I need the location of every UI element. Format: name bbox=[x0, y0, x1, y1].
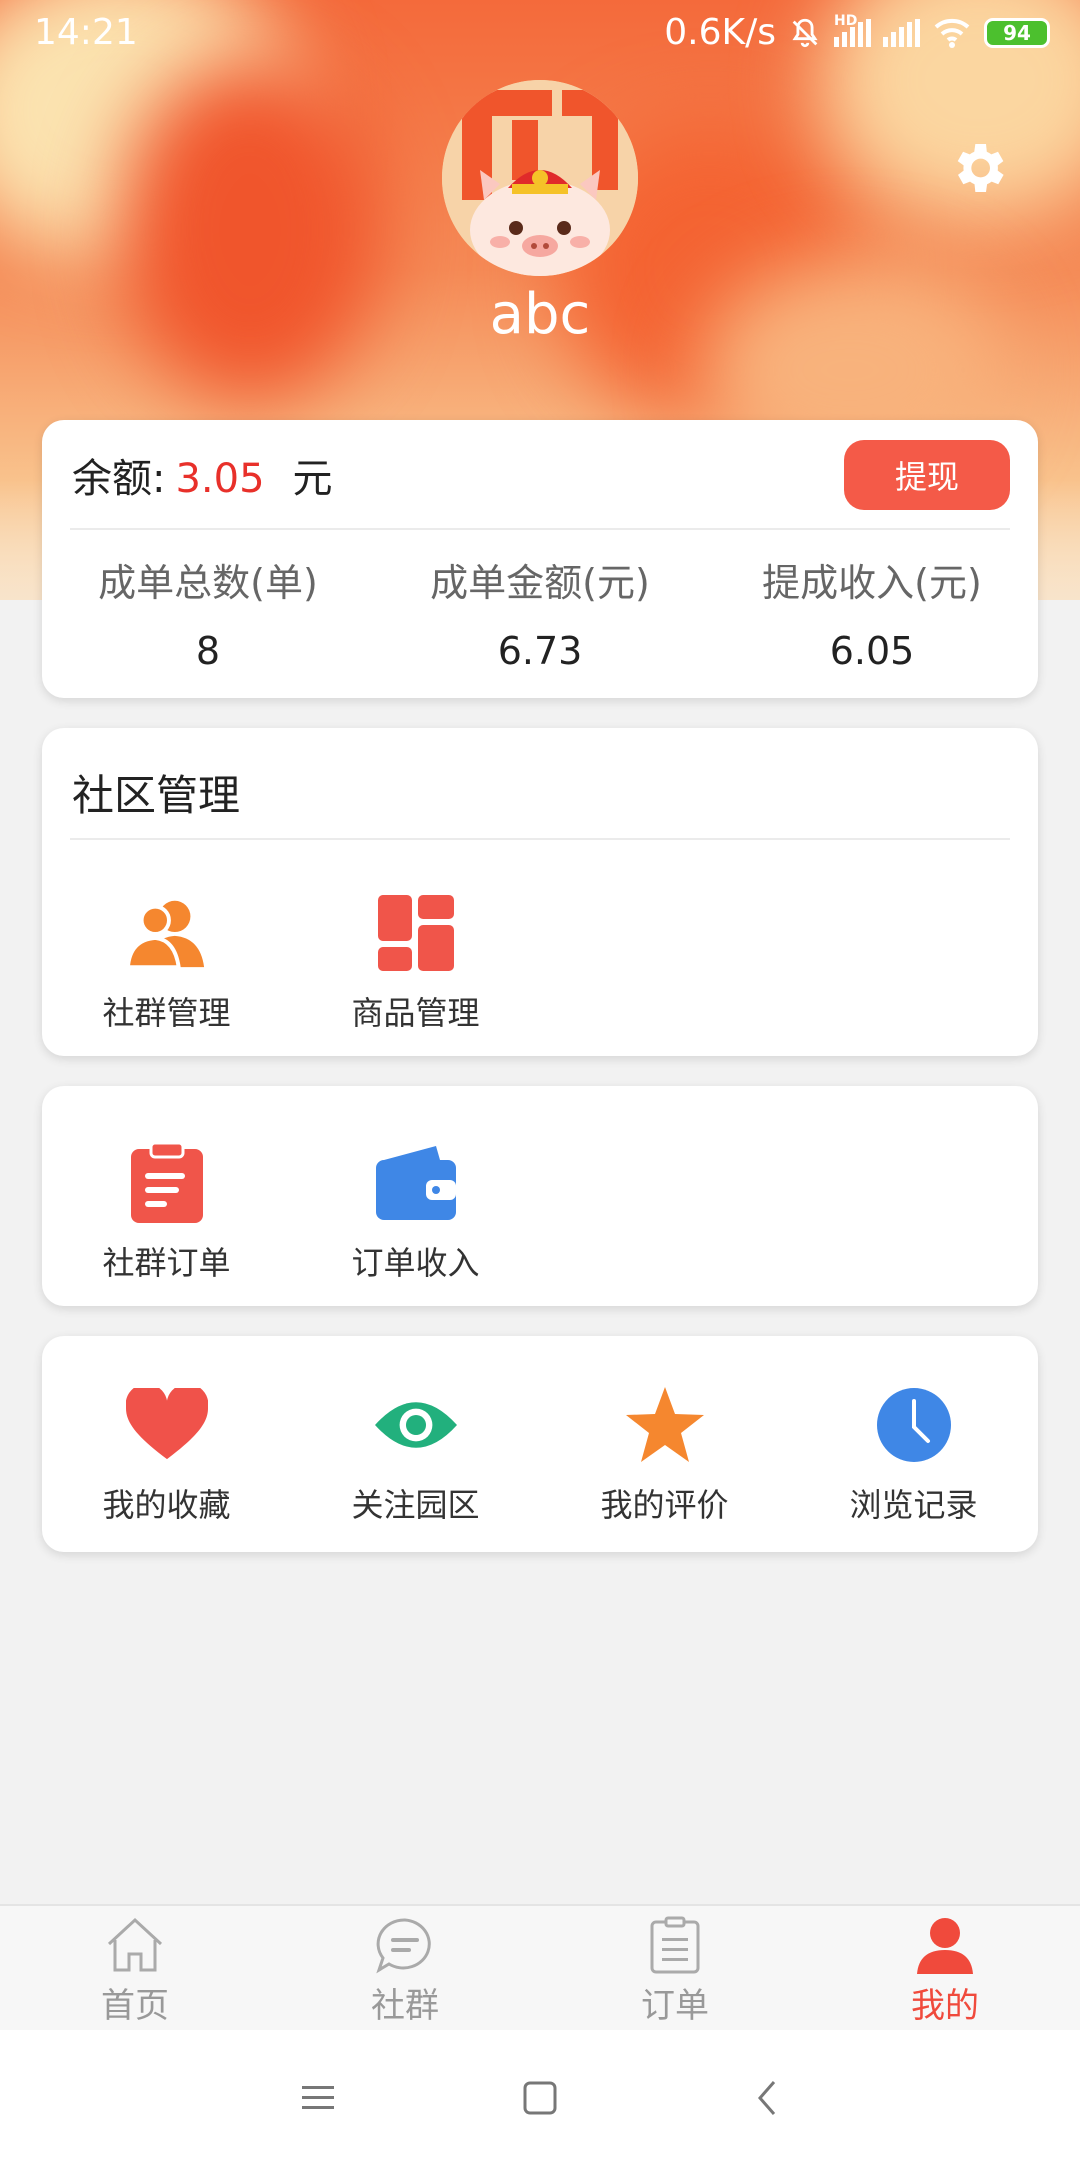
wifi-icon bbox=[934, 18, 970, 48]
wallet-icon bbox=[375, 1142, 457, 1224]
status-icons: 0.6K/s HD 94 bbox=[664, 12, 1050, 53]
clipboard-icon bbox=[126, 1142, 208, 1224]
balance-amount: 3.05 bbox=[175, 456, 265, 502]
balance-unit: 元 bbox=[292, 456, 333, 502]
signal-icon-2 bbox=[883, 18, 920, 47]
tab-orders[interactable]: 订单 bbox=[540, 1906, 810, 2030]
hd-badge: HD bbox=[834, 12, 858, 29]
history-item[interactable]: 浏览记录 bbox=[789, 1384, 1038, 1526]
tab-label: 首页 bbox=[101, 1986, 169, 2026]
gear-icon[interactable] bbox=[946, 136, 1010, 200]
balance-card: 余额: 3.05 元 提现 成单总数(单) 8 成单金额(元) 6.73 提成收… bbox=[42, 420, 1038, 698]
stat-value: 8 bbox=[195, 629, 221, 673]
my-reviews-item[interactable]: 我的评价 bbox=[540, 1384, 789, 1526]
tab-community[interactable]: 社群 bbox=[270, 1906, 540, 2030]
withdraw-button[interactable]: 提现 bbox=[844, 440, 1010, 510]
system-navigation-bar bbox=[0, 2030, 1080, 2160]
product-management-item[interactable]: 商品管理 bbox=[291, 892, 540, 1034]
item-label: 关注园区 bbox=[351, 1486, 480, 1524]
community-grid: 社群管理 商品管理 bbox=[42, 892, 540, 1034]
stat-value: 6.05 bbox=[829, 629, 915, 673]
community-management-card: 社区管理 社群管理 商品管理 bbox=[42, 728, 1038, 1056]
mute-bell-icon bbox=[792, 18, 818, 47]
group-orders-item[interactable]: 社群订单 bbox=[42, 1142, 291, 1284]
username: abc bbox=[489, 282, 591, 347]
orders-grid: 社群订单 订单收入 bbox=[42, 1142, 540, 1284]
battery-indicator: 94 bbox=[984, 17, 1050, 48]
status-time: 14:21 bbox=[34, 12, 138, 53]
tab-label: 订单 bbox=[641, 1986, 709, 2026]
item-label: 浏览记录 bbox=[849, 1486, 978, 1524]
home-icon bbox=[103, 1914, 167, 1976]
shortcuts-card: 我的收藏 关注园区 我的评价 浏览记录 bbox=[42, 1336, 1038, 1552]
clock-icon bbox=[873, 1384, 955, 1466]
users-icon bbox=[125, 892, 208, 974]
pig-avatar-icon bbox=[442, 80, 638, 276]
heart-icon bbox=[125, 1384, 208, 1466]
order-icon bbox=[643, 1914, 707, 1976]
tab-mine[interactable]: 我的 bbox=[810, 1906, 1080, 2030]
stat-commission[interactable]: 提成收入(元) 6.05 bbox=[706, 552, 1038, 673]
home-button-icon[interactable] bbox=[520, 2078, 560, 2118]
stat-order-amount[interactable]: 成单金额(元) 6.73 bbox=[374, 552, 706, 673]
person-icon bbox=[913, 1914, 977, 1976]
eye-icon bbox=[374, 1384, 457, 1466]
tab-label: 社群 bbox=[371, 1986, 439, 2026]
stat-order-count[interactable]: 成单总数(单) 8 bbox=[42, 552, 374, 673]
stat-label: 提成收入(元) bbox=[762, 561, 982, 605]
group-management-item[interactable]: 社群管理 bbox=[42, 892, 291, 1034]
network-speed: 0.6K/s bbox=[664, 12, 776, 53]
balance-label: 余额: bbox=[72, 456, 166, 502]
tab-label: 我的 bbox=[911, 1986, 979, 2026]
balance-row: 余额: 3.05 元 bbox=[72, 446, 333, 504]
item-label: 社群订单 bbox=[102, 1244, 231, 1282]
item-label: 我的评价 bbox=[600, 1486, 729, 1524]
section-title: 社区管理 bbox=[72, 771, 241, 820]
followed-parks-item[interactable]: 关注园区 bbox=[291, 1384, 540, 1526]
orders-card: 社群订单 订单收入 bbox=[42, 1086, 1038, 1306]
tab-home[interactable]: 首页 bbox=[0, 1906, 270, 2030]
menu-icon[interactable] bbox=[298, 2078, 338, 2118]
stats-row: 成单总数(单) 8 成单金额(元) 6.73 提成收入(元) 6.05 bbox=[42, 552, 1038, 673]
star-icon bbox=[624, 1384, 706, 1466]
grid-icon bbox=[375, 892, 457, 974]
item-label: 商品管理 bbox=[351, 994, 480, 1032]
stat-label: 成单金额(元) bbox=[430, 561, 650, 605]
order-income-item[interactable]: 订单收入 bbox=[291, 1142, 540, 1284]
divider bbox=[70, 838, 1010, 840]
item-label: 我的收藏 bbox=[102, 1486, 231, 1524]
item-label: 社群管理 bbox=[102, 994, 231, 1032]
bottom-tab-bar: 首页 社群 订单 我的 bbox=[0, 1904, 1080, 2030]
stat-label: 成单总数(单) bbox=[98, 561, 318, 605]
item-label: 订单收入 bbox=[351, 1244, 480, 1282]
chat-icon bbox=[373, 1914, 437, 1976]
back-icon[interactable] bbox=[748, 2078, 788, 2118]
stat-value: 6.73 bbox=[497, 629, 583, 673]
favorites-item[interactable]: 我的收藏 bbox=[42, 1384, 291, 1526]
status-bar: 14:21 0.6K/s HD 94 bbox=[0, 0, 1080, 70]
divider bbox=[70, 528, 1010, 530]
shortcuts-grid: 我的收藏 关注园区 我的评价 浏览记录 bbox=[42, 1384, 1038, 1526]
avatar[interactable] bbox=[442, 80, 638, 276]
